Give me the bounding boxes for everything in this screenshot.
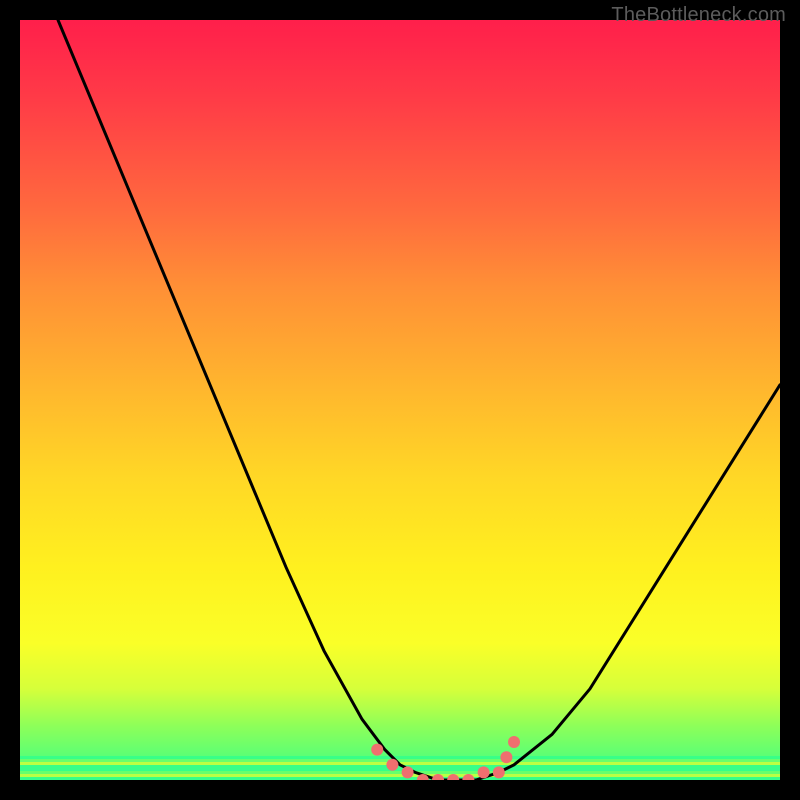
curve-marker (493, 766, 505, 778)
bottleneck-curve-svg (20, 20, 780, 780)
curve-marker (432, 774, 444, 780)
curve-marker (402, 766, 414, 778)
curve-marker (386, 759, 398, 771)
curve-marker (500, 751, 512, 763)
curve-marker (371, 744, 383, 756)
curve-marker (508, 736, 520, 748)
curve-marker (447, 774, 459, 780)
chart-frame: TheBottleneck.com (0, 0, 800, 800)
bottleneck-curve-path (58, 20, 780, 780)
curve-marker (462, 774, 474, 780)
watermark-text: TheBottleneck.com (611, 4, 786, 27)
curve-marker (478, 766, 490, 778)
